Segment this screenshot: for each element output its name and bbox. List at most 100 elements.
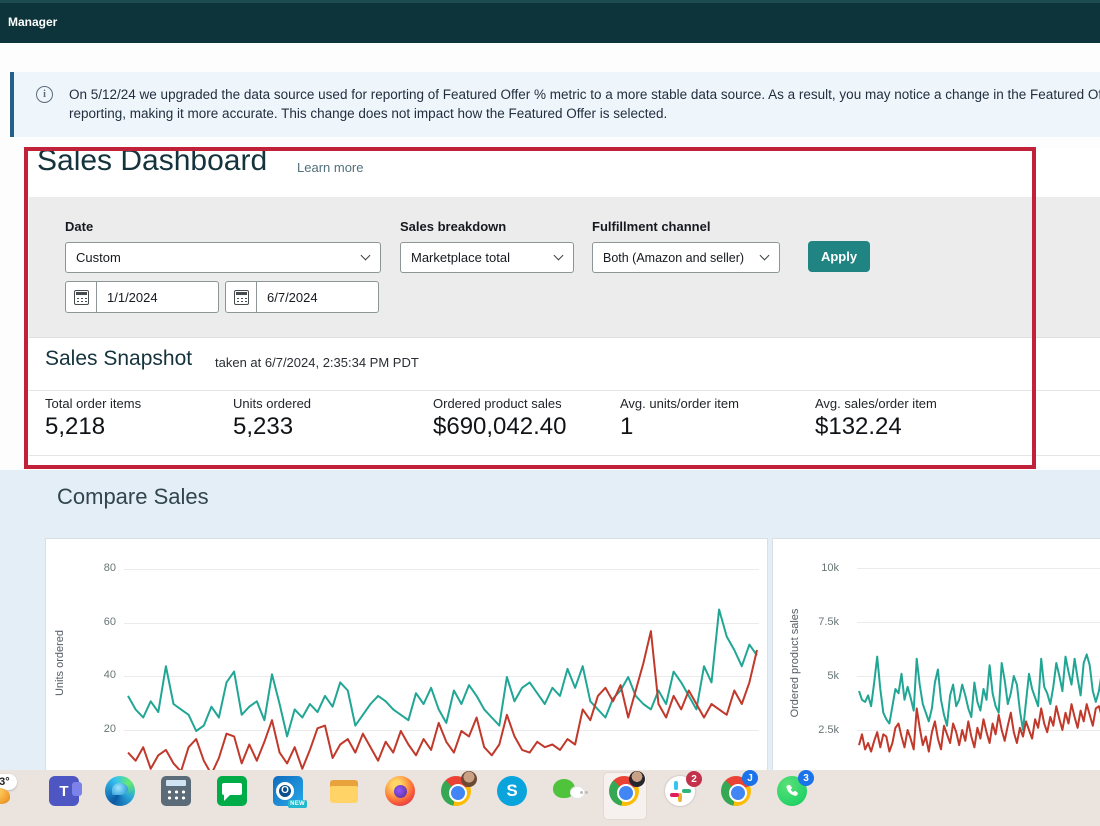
- divider: [29, 390, 1100, 391]
- teams-icon: T: [49, 776, 82, 806]
- outlook-o-glyph: O: [276, 782, 294, 800]
- y-tick: 40: [103, 669, 116, 681]
- date-to-group: [225, 281, 379, 313]
- firefox-icon: [385, 776, 415, 806]
- calendar-icon: [73, 289, 89, 305]
- info-banner-text: On 5/12/24 we upgraded the data source u…: [69, 87, 1100, 121]
- metric-value: $690,042.40: [433, 413, 567, 440]
- units-ordered-chart-card: Units ordered 80 60 40 20: [45, 538, 768, 771]
- metric-value: 5,218: [45, 413, 106, 440]
- fulfillment-channel-dropdown[interactable]: Both (Amazon and seller): [592, 242, 780, 273]
- metric-units-ordered: Units ordered 5,233: [233, 396, 311, 441]
- date-range-dropdown[interactable]: Custom: [65, 242, 381, 273]
- y-tick: 20: [103, 723, 116, 735]
- profile-badge: J: [742, 770, 758, 786]
- learn-more-link[interactable]: Learn more: [297, 160, 363, 175]
- taskbar: 83° T O NEW S: [0, 770, 1100, 826]
- filter-panel: Date Custom Sales breakdown Marketplace …: [29, 197, 1100, 337]
- ordered-product-sales-line-chart: [858, 653, 1100, 753]
- metric-value: $132.24: [815, 413, 902, 440]
- metric-ordered-product-sales: Ordered product sales $690,042.40: [433, 396, 566, 441]
- notification-badge: 3: [798, 770, 814, 786]
- metric-label: Avg. sales/order item: [815, 396, 937, 411]
- top-navbar: Manager: [0, 0, 1100, 43]
- temperature-badge: 83°: [0, 774, 17, 790]
- taskbar-item-file-explorer[interactable]: [328, 776, 360, 822]
- page-title: Sales Dashboard: [37, 144, 268, 177]
- y-tick: 80: [103, 562, 116, 574]
- metric-label: Ordered product sales: [433, 396, 562, 411]
- wechat-icon: [553, 776, 585, 806]
- y-tick: 5k: [827, 670, 839, 682]
- taskbar-item-firefox[interactable]: [384, 776, 416, 822]
- sales-snapshot-section: Sales Snapshot taken at 6/7/2024, 2:35:3…: [29, 337, 1100, 467]
- metric-label: Total order items: [45, 396, 142, 411]
- chevron-down-icon: [553, 250, 564, 261]
- skype-icon: S: [497, 776, 527, 806]
- sales-dashboard-section: Sales Dashboard Learn more Date Custom S…: [29, 144, 1100, 467]
- taskbar-item-wechat[interactable]: [552, 776, 585, 822]
- snapshot-timestamp: taken at 6/7/2024, 2:35:34 PM PDT: [215, 355, 419, 370]
- taskbar-item-edge[interactable]: [104, 776, 136, 822]
- metric-label: Units ordered: [233, 396, 312, 411]
- notification-badge: 2: [686, 771, 702, 787]
- ordered-product-sales-chart-card: Ordered product sales 10k 7.5k 5k 2.5k: [772, 538, 1100, 771]
- info-icon: i: [36, 86, 53, 103]
- calendar-to-button[interactable]: [225, 281, 257, 313]
- navbar-title: Manager: [8, 15, 58, 29]
- profile-avatar: [461, 771, 477, 787]
- taskbar-item-chrome-profile-2-active[interactable]: [603, 771, 647, 822]
- taskbar-item-calculator[interactable]: [160, 776, 192, 822]
- sales-breakdown-value: Marketplace total: [411, 250, 510, 265]
- divider: [29, 455, 1100, 456]
- wechat-dots: [580, 791, 583, 794]
- date-label: Date: [65, 219, 94, 234]
- metric-avg-units: Avg. units/order item 1: [620, 396, 739, 441]
- date-from-group: [65, 281, 219, 313]
- fulfillment-channel-value: Both (Amazon and seller): [603, 250, 745, 265]
- taskbar-item-google-chat[interactable]: [216, 776, 248, 822]
- chevron-down-icon: [759, 250, 770, 261]
- compare-sales-title: Compare Sales: [57, 484, 209, 509]
- apply-button[interactable]: Apply: [808, 241, 870, 272]
- edge-icon: [105, 776, 135, 806]
- sun-icon: [0, 788, 10, 804]
- calendar-icon: [233, 289, 249, 305]
- calculator-icon: [161, 776, 191, 806]
- metric-value: 5,233: [233, 413, 294, 440]
- sales-snapshot-title: Sales Snapshot: [45, 347, 193, 370]
- metric-label: Avg. units/order item: [620, 396, 739, 411]
- google-chat-icon: [217, 776, 247, 806]
- calendar-from-button[interactable]: [65, 281, 97, 313]
- taskbar-item-whatsapp[interactable]: 3: [776, 770, 814, 822]
- taskbar-item-slack[interactable]: 2: [664, 771, 702, 822]
- date-to-input[interactable]: [257, 281, 379, 313]
- desktop-screen: Manager i On 5/12/24 we upgraded the dat…: [0, 0, 1100, 826]
- sales-breakdown-label: Sales breakdown: [400, 219, 507, 234]
- units-ordered-line-chart: [127, 608, 758, 770]
- metric-avg-sales: Avg. sales/order item $132.24: [815, 396, 937, 441]
- y-axis-label: Units ordered: [54, 629, 66, 697]
- taskbar-item-teams[interactable]: T: [48, 776, 82, 822]
- weather-widget[interactable]: 83°: [0, 774, 17, 804]
- phone-glyph: [785, 784, 798, 796]
- y-tick: 7.5k: [818, 616, 839, 628]
- y-tick: 60: [103, 616, 116, 628]
- y-tick: 10k: [821, 562, 839, 574]
- date-range-value: Custom: [76, 250, 121, 265]
- date-from-input[interactable]: [97, 281, 219, 313]
- taskbar-item-skype[interactable]: S: [496, 776, 528, 822]
- taskbar-item-chrome-j[interactable]: J: [720, 770, 758, 822]
- metric-value: 1: [620, 413, 634, 440]
- taskbar-item-outlook[interactable]: O NEW: [272, 776, 307, 822]
- taskbar-item-chrome-profile-1[interactable]: [440, 771, 477, 822]
- metric-total-order-items: Total order items 5,218: [45, 396, 141, 441]
- outlook-icon: O NEW: [273, 776, 307, 808]
- file-explorer-icon: [329, 776, 359, 806]
- fulfillment-channel-label: Fulfillment channel: [592, 219, 711, 234]
- y-tick: 2.5k: [818, 724, 839, 736]
- chevron-down-icon: [360, 250, 371, 261]
- profile-avatar: [629, 771, 645, 787]
- sales-breakdown-dropdown[interactable]: Marketplace total: [400, 242, 574, 273]
- new-badge: NEW: [288, 800, 307, 808]
